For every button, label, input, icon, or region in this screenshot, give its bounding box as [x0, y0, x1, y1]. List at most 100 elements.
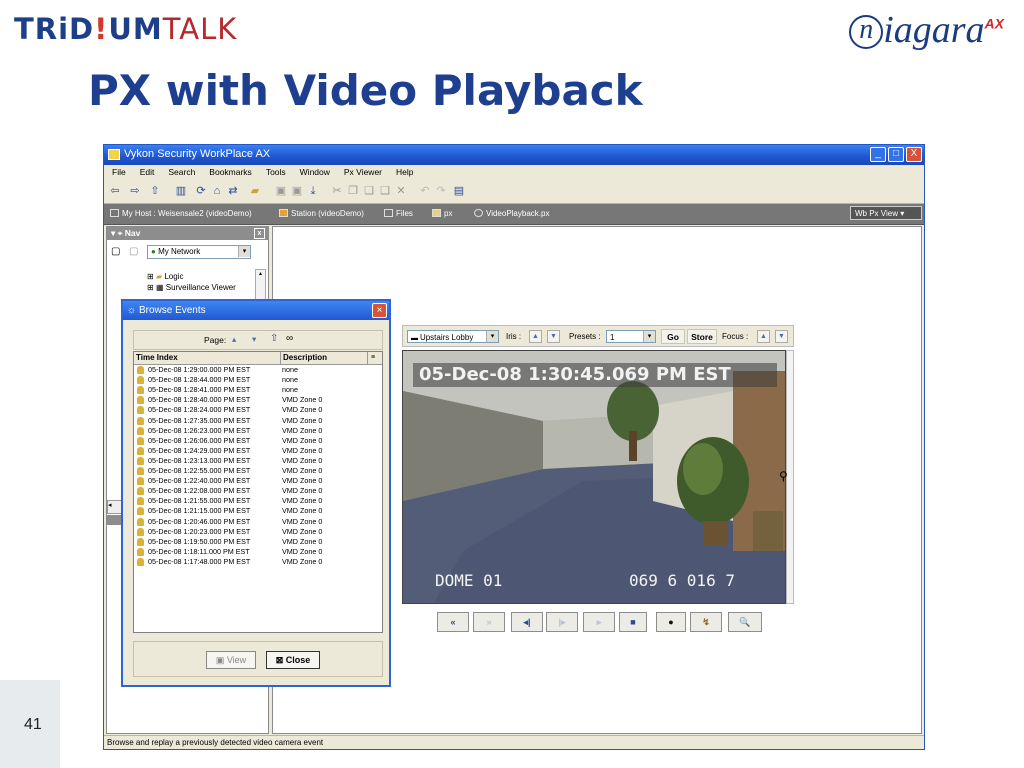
- close-window-button[interactable]: X: [906, 147, 922, 162]
- breadcrumb-px[interactable]: px: [432, 207, 452, 220]
- maximize-button[interactable]: □: [888, 147, 904, 162]
- table-row[interactable]: 05-Dec-08 1:22:55.000 PM EST VMD Zone 0: [134, 466, 382, 476]
- up-level-icon[interactable]: ⇧: [148, 184, 162, 198]
- iris-close-button[interactable]: ▼: [547, 330, 560, 343]
- table-row[interactable]: 05-Dec-08 1:19:50.000 PM EST VMD Zone 0: [134, 537, 382, 547]
- view-icon[interactable]: ▥: [174, 184, 188, 198]
- breadcrumb-files[interactable]: Files: [384, 207, 413, 220]
- focus-far-button[interactable]: ▼: [775, 330, 788, 343]
- breadcrumb-station[interactable]: Station (videoDemo): [279, 207, 364, 220]
- redo-icon[interactable]: ↷: [434, 184, 448, 198]
- menu-bookmarks[interactable]: Bookmarks: [209, 165, 252, 180]
- open-icon[interactable]: ▢: [129, 246, 138, 257]
- alarm-bell-icon: [137, 557, 144, 566]
- up-level-icon[interactable]: ⇧: [270, 333, 278, 344]
- table-row[interactable]: 05-Dec-08 1:24:29.000 PM EST VMD Zone 0: [134, 446, 382, 456]
- table-row[interactable]: 05-Dec-08 1:22:40.000 PM EST VMD Zone 0: [134, 476, 382, 486]
- fast-forward-button[interactable]: »: [473, 612, 505, 632]
- dialog-close-icon[interactable]: ×: [372, 303, 387, 318]
- event-time: 05-Dec-08 1:23:13.000 PM EST: [148, 455, 251, 465]
- dialog-title-bar: ☼ Browse Events ×: [123, 301, 389, 320]
- video-feed[interactable]: 05-Dec-08 1:30:45.069 PM EST DOME 01 069…: [402, 350, 786, 604]
- table-row[interactable]: 05-Dec-08 1:28:41.000 PM EST none: [134, 385, 382, 395]
- camera-select[interactable]: ▬ Upstairs Lobby ▾: [407, 330, 499, 343]
- forward-arrow-icon[interactable]: ⇨: [128, 184, 142, 198]
- store-button[interactable]: Store: [687, 329, 717, 344]
- nav-scrollbar[interactable]: ▴: [255, 269, 266, 301]
- network-select[interactable]: ● My Network ▾: [147, 245, 251, 259]
- table-row[interactable]: 05-Dec-08 1:27:35.000 PM EST VMD Zone 0: [134, 416, 382, 426]
- back-arrow-icon[interactable]: ⇦: [108, 184, 122, 198]
- refresh-icon[interactable]: ⟳: [194, 184, 208, 198]
- tree-item-logic[interactable]: ⊞ ▰ Logic: [147, 272, 183, 281]
- duplicate-icon[interactable]: ❑: [378, 184, 392, 198]
- events-button[interactable]: ↯: [690, 612, 722, 632]
- column-options-icon[interactable]: ≡: [367, 352, 375, 364]
- event-description: VMD Zone 0: [282, 506, 323, 516]
- minimize-button[interactable]: _: [870, 147, 886, 162]
- close-button[interactable]: ⊠ Close: [266, 651, 320, 669]
- breadcrumb-host[interactable]: My Host : Weisensale2 (videoDemo): [110, 207, 252, 220]
- table-row[interactable]: 05-Dec-08 1:18:11.000 PM EST VMD Zone 0: [134, 547, 382, 557]
- table-row[interactable]: 05-Dec-08 1:20:46.000 PM EST VMD Zone 0: [134, 517, 382, 527]
- table-row[interactable]: 05-Dec-08 1:21:55.000 PM EST VMD Zone 0: [134, 496, 382, 506]
- event-description: VMD Zone 0: [282, 405, 323, 415]
- find-binoculars-icon[interactable]: ∞: [286, 333, 293, 344]
- cut-icon[interactable]: ✂: [330, 184, 344, 198]
- pause-button[interactable]: ■: [619, 612, 647, 632]
- tree-item-surveillance-viewer[interactable]: ⊞ ▦ Surveillance Viewer: [147, 283, 236, 292]
- table-row[interactable]: 05-Dec-08 1:23:13.000 PM EST VMD Zone 0: [134, 456, 382, 466]
- undo-icon[interactable]: ↶: [418, 184, 432, 198]
- table-row[interactable]: 05-Dec-08 1:29:00.000 PM EST none: [134, 365, 382, 375]
- table-row[interactable]: 05-Dec-08 1:28:44.000 PM EST none: [134, 375, 382, 385]
- folder-icon[interactable]: ▰: [248, 184, 262, 198]
- live-button[interactable]: ●: [656, 612, 686, 632]
- menu-window[interactable]: Window: [300, 165, 330, 180]
- menu-px-viewer[interactable]: Px Viewer: [344, 165, 382, 180]
- zoom-magnifier-icon[interactable]: ⚲: [779, 469, 788, 483]
- workplace-window: Vykon Security WorkPlace AX _ □ X File Ed…: [103, 144, 925, 750]
- view-button[interactable]: ▣ View: [206, 651, 256, 669]
- go-button[interactable]: Go: [661, 329, 685, 344]
- table-row[interactable]: 05-Dec-08 1:21:15.000 PM EST VMD Zone 0: [134, 506, 382, 516]
- focus-near-button[interactable]: ▲: [757, 330, 770, 343]
- page-down-button[interactable]: ▾: [252, 334, 256, 345]
- table-row[interactable]: 05-Dec-08 1:17:48.000 PM EST VMD Zone 0: [134, 557, 382, 567]
- sync-icon[interactable]: ⇄: [226, 184, 240, 198]
- delete-icon[interactable]: ✕: [394, 184, 408, 198]
- menu-file[interactable]: File: [112, 165, 126, 180]
- event-time: 05-Dec-08 1:29:00.000 PM EST: [148, 365, 251, 374]
- page-up-button[interactable]: ▴: [232, 334, 236, 345]
- breadcrumb-videoplayback[interactable]: VideoPlayback.px: [474, 207, 549, 220]
- table-row[interactable]: 05-Dec-08 1:28:40.000 PM EST VMD Zone 0: [134, 395, 382, 405]
- step-back-button[interactable]: ◂|: [511, 612, 543, 632]
- table-row[interactable]: 05-Dec-08 1:26:06.000 PM EST VMD Zone 0: [134, 436, 382, 446]
- step-forward-button[interactable]: |▸: [546, 612, 578, 632]
- export-icon[interactable]: ⤓: [306, 184, 320, 198]
- menu-tools[interactable]: Tools: [266, 165, 286, 180]
- search-events-button[interactable]: 🔍: [728, 612, 762, 632]
- nav-close-icon[interactable]: x: [254, 228, 265, 239]
- event-description: none: [282, 375, 298, 385]
- paste-icon[interactable]: ❏: [362, 184, 376, 198]
- view-selector[interactable]: Wb Px View ▾: [850, 206, 922, 220]
- iris-open-button[interactable]: ▲: [529, 330, 542, 343]
- properties-icon[interactable]: ▤: [452, 184, 466, 198]
- table-row[interactable]: 05-Dec-08 1:20:23.000 PM EST VMD Zone 0: [134, 527, 382, 537]
- menu-edit[interactable]: Edit: [140, 165, 155, 180]
- menu-search[interactable]: Search: [168, 165, 195, 180]
- copy-icon[interactable]: ❐: [346, 184, 360, 198]
- rewind-button[interactable]: «: [437, 612, 469, 632]
- column-time-index[interactable]: Time Index: [136, 352, 178, 364]
- table-row[interactable]: 05-Dec-08 1:26:23.000 PM EST VMD Zone 0: [134, 426, 382, 436]
- play-button[interactable]: ▸: [583, 612, 615, 632]
- home-icon[interactable]: ⌂: [210, 184, 224, 198]
- save-all-icon[interactable]: ▣: [290, 184, 304, 198]
- table-row[interactable]: 05-Dec-08 1:28:24.000 PM EST VMD Zone 0: [134, 405, 382, 415]
- save-icon[interactable]: ▣: [274, 184, 288, 198]
- new-icon[interactable]: ▢: [111, 246, 120, 257]
- table-row[interactable]: 05-Dec-08 1:22:08.000 PM EST VMD Zone 0: [134, 486, 382, 496]
- column-description[interactable]: Description: [280, 352, 327, 364]
- preset-select[interactable]: 1 ▾: [606, 330, 656, 343]
- menu-help[interactable]: Help: [396, 165, 413, 180]
